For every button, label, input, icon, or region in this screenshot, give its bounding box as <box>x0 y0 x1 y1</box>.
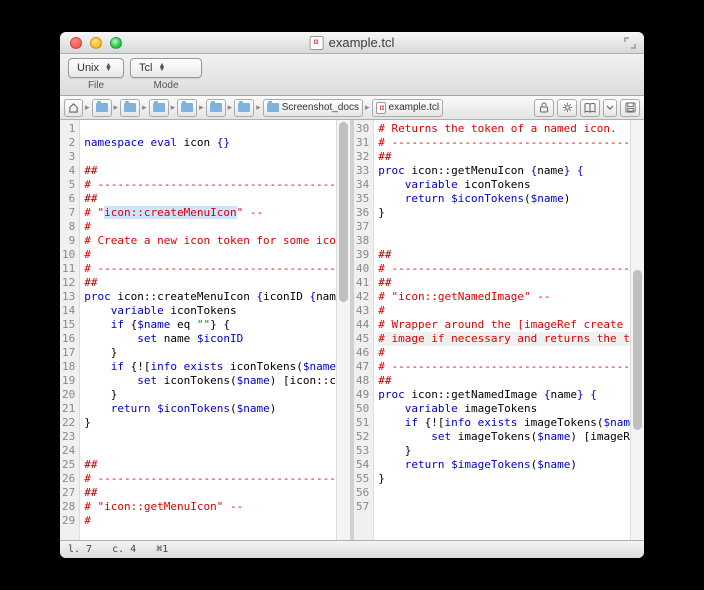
folder-icon <box>96 103 108 112</box>
folder-icon <box>267 103 279 112</box>
mode-popup-label: Mode <box>153 80 178 91</box>
path-segment-screenshots[interactable]: Screenshot_docs <box>263 99 363 117</box>
right-pane[interactable]: 3031323334353637383940414243444546474849… <box>350 120 644 540</box>
path-segment[interactable] <box>177 99 197 117</box>
vertical-scrollbar[interactable] <box>336 120 350 540</box>
titlebar[interactable]: example.tcl <box>60 32 644 54</box>
folder-icon <box>181 103 193 112</box>
book-button[interactable] <box>580 99 600 117</box>
mode-popup-value: Tcl <box>139 62 152 74</box>
path-segment[interactable] <box>149 99 169 117</box>
folder-icon <box>153 103 165 112</box>
cursor-col: c. 4 <box>112 544 136 555</box>
vertical-scrollbar[interactable] <box>630 120 644 540</box>
close-button[interactable] <box>70 37 82 49</box>
folder-icon <box>124 103 136 112</box>
path-bar: ▸ ▸ ▸ ▸ ▸ ▸ ▸ Screenshot_docs ▸ example.… <box>60 96 644 120</box>
zoom-button[interactable] <box>110 37 122 49</box>
lock-button[interactable] <box>534 99 554 117</box>
mode-popup[interactable]: Tcl ▲▼ <box>130 58 202 78</box>
file-format-popup[interactable]: Unix ▲▼ <box>68 58 124 78</box>
title-text: example.tcl <box>329 35 395 50</box>
editor-area: 1234567891011121314151617181920212223242… <box>60 120 644 540</box>
status-extra: ⌘1 <box>156 544 168 555</box>
file-popup-value: Unix <box>77 62 99 74</box>
separator-icon: ▸ <box>85 102 90 113</box>
path-segment[interactable] <box>92 99 112 117</box>
status-bar: l. 7 c. 4 ⌘1 <box>60 540 644 558</box>
document-icon <box>376 102 386 114</box>
save-button[interactable] <box>620 99 640 117</box>
file-popup-label: File <box>88 80 104 91</box>
path-segment[interactable] <box>234 99 254 117</box>
gear-button[interactable] <box>557 99 577 117</box>
path-segment[interactable] <box>120 99 140 117</box>
cursor-line: l. 7 <box>68 544 92 555</box>
path-segment-file[interactable]: example.tcl <box>372 99 444 117</box>
dropdown-button[interactable] <box>603 99 617 117</box>
left-pane[interactable]: 1234567891011121314151617181920212223242… <box>60 120 350 540</box>
fullscreen-icon[interactable] <box>624 37 636 49</box>
home-button[interactable] <box>64 99 83 117</box>
code-content[interactable]: namespace eval icon {} ## # ------------… <box>80 120 350 540</box>
minimize-button[interactable] <box>90 37 102 49</box>
path-segment[interactable] <box>206 99 226 117</box>
toolbar: Unix ▲▼ File Tcl ▲▼ Mode <box>60 54 644 96</box>
line-gutter: 1234567891011121314151617181920212223242… <box>60 120 80 540</box>
document-icon <box>310 36 324 50</box>
folder-icon <box>238 103 250 112</box>
window-controls <box>70 37 122 49</box>
window-title: example.tcl <box>310 35 395 50</box>
line-gutter: 3031323334353637383940414243444546474849… <box>354 120 374 540</box>
code-content[interactable]: # Returns the token of a named icon. # -… <box>374 120 644 540</box>
folder-icon <box>210 103 222 112</box>
editor-window: example.tcl Unix ▲▼ File Tcl ▲▼ Mode ▸ ▸ <box>60 32 644 558</box>
